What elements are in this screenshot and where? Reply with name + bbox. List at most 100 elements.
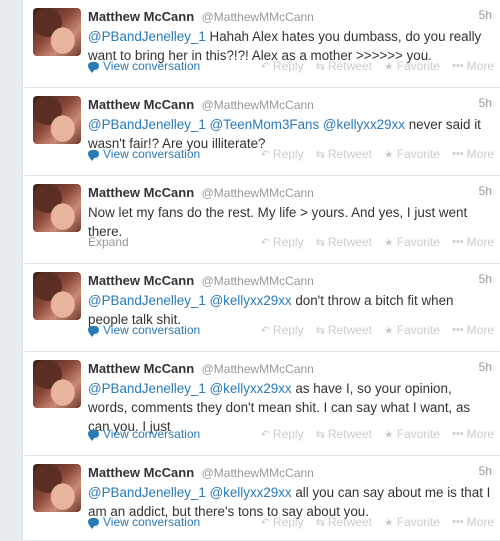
favorite-label: Favorite: [396, 427, 441, 441]
reply-icon: ↶: [260, 516, 270, 529]
author-name[interactable]: Matthew McCann: [88, 273, 194, 288]
reply-label: Reply: [272, 427, 304, 441]
tweet-timestamp[interactable]: 5h: [479, 184, 492, 198]
author-name[interactable]: Matthew McCann: [88, 361, 194, 376]
tweet-actions: ↶ Reply ⇆ Retweet ★ Favorite ••• More: [261, 323, 494, 337]
favorite-button[interactable]: ★ Favorite: [384, 59, 440, 73]
mention-link[interactable]: @kellyxx29xx: [210, 293, 292, 308]
more-button[interactable]: ••• More: [452, 147, 494, 161]
retweet-icon: ⇆: [315, 324, 325, 337]
favorite-button[interactable]: ★ Favorite: [384, 515, 440, 529]
tweet-text-segment: Now let my fans do the rest. My life > y…: [88, 205, 468, 239]
avatar[interactable]: [33, 8, 81, 56]
author-name[interactable]: Matthew McCann: [88, 9, 194, 24]
retweet-button[interactable]: ⇆ Retweet: [316, 515, 372, 529]
author-handle[interactable]: @MatthewMMcCann: [202, 274, 314, 288]
tweet-item[interactable]: Matthew McCann @MatthewMMcCann 5h Now le…: [23, 176, 500, 264]
view-conversation-link[interactable]: View conversation: [88, 59, 200, 73]
mention-link[interactable]: @kellyxx29xx: [210, 485, 292, 500]
more-label: More: [466, 427, 494, 441]
author-handle[interactable]: @MatthewMMcCann: [202, 98, 314, 112]
favorite-button[interactable]: ★ Favorite: [384, 147, 440, 161]
retweet-button[interactable]: ⇆ Retweet: [316, 235, 372, 249]
speech-bubble-icon: [88, 326, 99, 337]
reply-button[interactable]: ↶ Reply: [261, 235, 304, 249]
view-conversation-link[interactable]: View conversation: [88, 323, 200, 337]
retweet-icon: ⇆: [315, 236, 325, 249]
tweet-timestamp[interactable]: 5h: [479, 272, 492, 286]
favorite-button[interactable]: ★ Favorite: [384, 235, 440, 249]
more-label: More: [466, 147, 494, 161]
mention-link[interactable]: @kellyxx29xx: [323, 117, 405, 132]
mention-link[interactable]: @PBandJenelley_1: [88, 117, 206, 132]
tweet-item[interactable]: Matthew McCann @MatthewMMcCann 5h @PBand…: [23, 88, 500, 176]
expand-link[interactable]: Expand: [88, 235, 129, 249]
more-button[interactable]: ••• More: [452, 427, 494, 441]
more-dots-icon: •••: [452, 428, 464, 440]
tweet-item[interactable]: Matthew McCann @MatthewMMcCann 5h @PBand…: [23, 456, 500, 541]
retweet-button[interactable]: ⇆ Retweet: [316, 427, 372, 441]
speech-bubble-icon: [88, 150, 99, 161]
reply-button[interactable]: ↶ Reply: [261, 59, 304, 73]
tweet-header: Matthew McCann @MatthewMMcCann 5h: [88, 272, 492, 290]
mention-link[interactable]: @TeenMom3Fans: [210, 117, 320, 132]
tweet-item[interactable]: Matthew McCann @MatthewMMcCann 5h @PBand…: [23, 352, 500, 456]
more-button[interactable]: ••• More: [452, 323, 494, 337]
avatar[interactable]: [33, 272, 81, 320]
author-handle[interactable]: @MatthewMMcCann: [202, 10, 314, 24]
reply-label: Reply: [272, 323, 304, 337]
reply-label: Reply: [272, 147, 304, 161]
reply-button[interactable]: ↶ Reply: [261, 323, 304, 337]
tweet-header: Matthew McCann @MatthewMMcCann 5h: [88, 96, 492, 114]
avatar[interactable]: [33, 96, 81, 144]
retweet-button[interactable]: ⇆ Retweet: [316, 147, 372, 161]
more-label: More: [466, 59, 494, 73]
retweet-button[interactable]: ⇆ Retweet: [316, 59, 372, 73]
more-button[interactable]: ••• More: [452, 235, 494, 249]
tweet-item[interactable]: Matthew McCann @MatthewMMcCann 5h @PBand…: [23, 0, 500, 88]
author-name[interactable]: Matthew McCann: [88, 97, 194, 112]
more-button[interactable]: ••• More: [452, 59, 494, 73]
mention-link[interactable]: @PBandJenelley_1: [88, 381, 206, 396]
tweet-timestamp[interactable]: 5h: [479, 360, 492, 374]
avatar[interactable]: [33, 464, 81, 512]
view-conversation-link[interactable]: View conversation: [88, 515, 200, 529]
tweet-header: Matthew McCann @MatthewMMcCann 5h: [88, 360, 492, 378]
avatar[interactable]: [33, 360, 81, 408]
more-button[interactable]: ••• More: [452, 515, 494, 529]
avatar[interactable]: [33, 184, 81, 232]
reply-button[interactable]: ↶ Reply: [261, 427, 304, 441]
mention-link[interactable]: @kellyxx29xx: [210, 381, 292, 396]
reply-icon: ↶: [260, 428, 270, 441]
author-handle[interactable]: @MatthewMMcCann: [202, 186, 314, 200]
author-handle[interactable]: @MatthewMMcCann: [202, 362, 314, 376]
reply-icon: ↶: [260, 236, 270, 249]
author-name[interactable]: Matthew McCann: [88, 185, 194, 200]
favorite-label: Favorite: [396, 323, 441, 337]
left-margin-strip: [0, 0, 23, 541]
mention-link[interactable]: @PBandJenelley_1: [88, 485, 206, 500]
speech-bubble-icon: [88, 518, 99, 529]
author-name[interactable]: Matthew McCann: [88, 465, 194, 480]
tweet-timestamp[interactable]: 5h: [479, 96, 492, 110]
tweet-timestamp[interactable]: 5h: [479, 8, 492, 22]
favorite-button[interactable]: ★ Favorite: [384, 323, 440, 337]
tweet-timestamp[interactable]: 5h: [479, 464, 492, 478]
tweet-item[interactable]: Matthew McCann @MatthewMMcCann 5h @PBand…: [23, 264, 500, 352]
speech-bubble-icon: [88, 430, 99, 441]
favorite-label: Favorite: [396, 59, 441, 73]
tweet-actions: ↶ Reply ⇆ Retweet ★ Favorite ••• More: [261, 147, 494, 161]
retweet-label: Retweet: [327, 147, 372, 161]
retweet-icon: ⇆: [315, 516, 325, 529]
view-conversation-link[interactable]: View conversation: [88, 147, 200, 161]
mention-link[interactable]: @PBandJenelley_1: [88, 29, 206, 44]
favorite-button[interactable]: ★ Favorite: [384, 427, 440, 441]
reply-button[interactable]: ↶ Reply: [261, 147, 304, 161]
mention-link[interactable]: @PBandJenelley_1: [88, 293, 206, 308]
reply-icon: ↶: [260, 60, 270, 73]
view-conversation-link[interactable]: View conversation: [88, 427, 200, 441]
author-handle[interactable]: @MatthewMMcCann: [202, 466, 314, 480]
retweet-button[interactable]: ⇆ Retweet: [316, 323, 372, 337]
reply-button[interactable]: ↶ Reply: [261, 515, 304, 529]
tweet-feed: Matthew McCann @MatthewMMcCann 5h @PBand…: [23, 0, 500, 541]
